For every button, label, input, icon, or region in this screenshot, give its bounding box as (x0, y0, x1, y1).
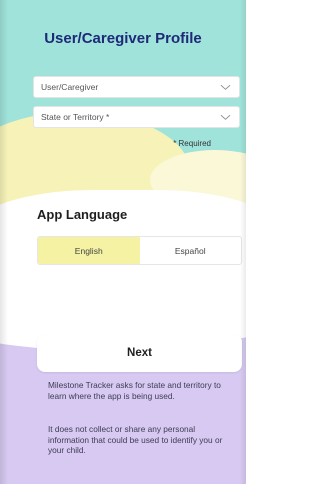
user-caregiver-placeholder: User/Caregiver (41, 82, 99, 92)
chevron-down-icon (220, 84, 231, 90)
info-text-state: Milestone Tracker asks for state and ter… (48, 380, 221, 401)
page-title: User/Caregiver Profile (44, 30, 202, 47)
language-option-espanol[interactable]: Español (140, 237, 242, 264)
next-button[interactable]: Next (37, 334, 242, 372)
chevron-down-icon (220, 114, 231, 120)
language-option-english[interactable]: English (38, 237, 140, 264)
edge-shadow-right (240, 0, 246, 484)
edge-shadow-left (0, 0, 8, 484)
language-selector: English Español (37, 236, 242, 265)
user-caregiver-dropdown[interactable]: User/Caregiver (33, 76, 240, 98)
info-text-privacy: It does not collect or share any persona… (48, 424, 223, 455)
state-territory-placeholder: State or Territory * (41, 112, 110, 122)
profile-screen: User/Caregiver Profile User/Caregiver St… (0, 0, 246, 484)
required-note: * Required (173, 139, 211, 148)
app-language-heading: App Language (37, 207, 128, 222)
state-territory-dropdown[interactable]: State or Territory * (33, 106, 240, 128)
